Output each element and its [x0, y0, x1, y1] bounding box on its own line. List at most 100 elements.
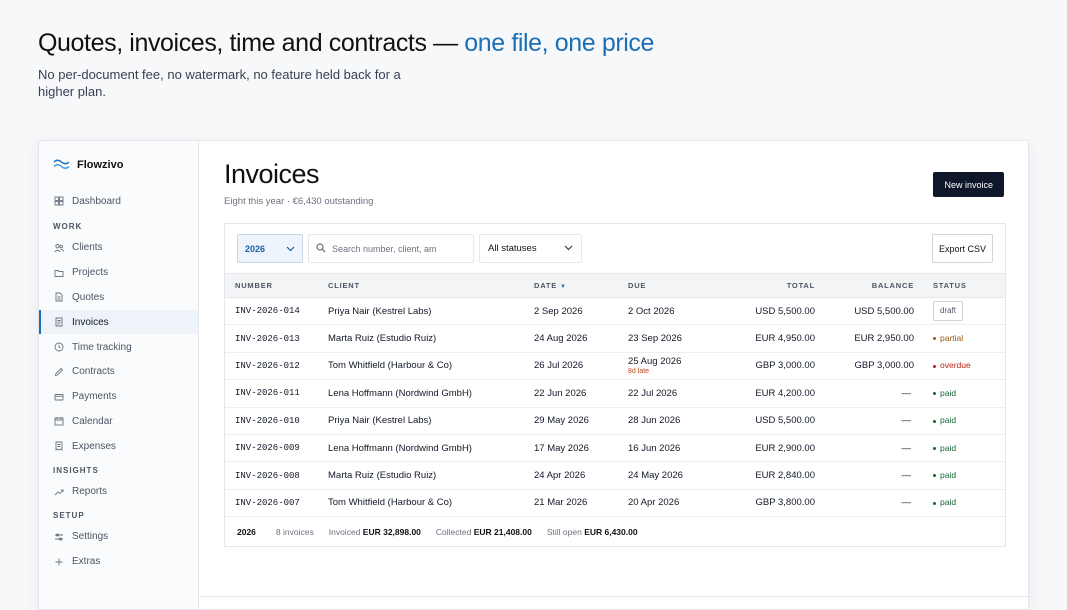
export-csv-button[interactable]: Export CSV: [932, 234, 993, 263]
table-row[interactable]: INV-2026-014 Priya Nair (Kestrel Labs) 2 S…: [225, 297, 1005, 326]
invoices-card: 2026 All statuses Export CSV NUMBER: [224, 223, 1006, 547]
search-input[interactable]: [332, 243, 436, 254]
status-filter-select[interactable]: All statuses: [479, 234, 582, 263]
status-badge: paid: [933, 470, 956, 480]
sidebar-item-quotes[interactable]: Quotes: [39, 285, 198, 309]
col-status-header[interactable]: STATUS: [915, 273, 1005, 298]
sidebar-item-label: Contracts: [72, 366, 115, 378]
receipt-icon: [54, 441, 64, 452]
sidebar-item-settings[interactable]: Settings: [39, 525, 198, 549]
status-badge: partial: [933, 333, 963, 343]
sidebar-item-contracts[interactable]: Contracts: [39, 360, 198, 384]
status-label: paid: [940, 415, 957, 426]
due-date: 23 Sep 2026: [628, 324, 711, 353]
status-cell: paid: [915, 434, 1005, 463]
sidebar-item-time-tracking[interactable]: Time tracking: [39, 335, 198, 359]
status-cell: paid: [915, 461, 1005, 490]
invoice-number[interactable]: INV-2026-012: [225, 352, 328, 381]
invoice-number[interactable]: INV-2026-009: [225, 434, 328, 463]
invoice-number[interactable]: INV-2026-014: [225, 297, 328, 326]
invoice-date: 22 Jun 2026: [534, 379, 628, 408]
invoice-balance: GBP 3,000.00: [815, 352, 915, 381]
client-name: Tom Whitfield (Harbour & Co): [328, 352, 534, 381]
table-row[interactable]: INV-2026-013 Marta Ruiz (Estudio Ruiz) 24 …: [225, 324, 1005, 353]
col-balance-header[interactable]: BALANCE: [815, 273, 915, 298]
footer-open-label: Still open: [546, 526, 582, 537]
sidebar-item-clients[interactable]: Clients: [39, 236, 198, 260]
nav-section-heading: WORK: [53, 221, 83, 231]
divider: [200, 596, 1028, 597]
client-name: Lena Hoffmann (Nordwind GmbH): [328, 434, 534, 463]
app-window: Flowzivo Dashboard WORK Clients Projects Quo…: [38, 140, 1029, 610]
due-date-value: 22 Jul 2026: [628, 387, 678, 399]
table-body: INV-2026-014 Priya Nair (Kestrel Labs) 2 S…: [225, 297, 1005, 518]
due-date: 22 Jul 2026: [628, 379, 711, 408]
sidebar-item-dashboard[interactable]: Dashboard: [39, 189, 198, 213]
table-row[interactable]: INV-2026-012 Tom Whitfield (Harbour & Co)…: [225, 352, 1005, 381]
footer-year: 2026: [237, 526, 256, 537]
sidebar-item-reports[interactable]: Reports: [39, 480, 198, 504]
invoice-icon: [54, 317, 64, 327]
table-row[interactable]: INV-2026-011 Lena Hoffmann (Nordwind GmbH…: [225, 379, 1005, 408]
hero-subtitle: No per-document fee, no watermark, no fe…: [38, 67, 401, 99]
footer-invoiced-value: EUR 32,898.00: [362, 526, 421, 537]
invoice-total: EUR 2,840.00: [711, 461, 815, 490]
invoices-table: NUMBER CLIENT DATE ▼ DUE TOTAL BALANCE S…: [225, 273, 1005, 518]
col-total-header[interactable]: TOTAL: [711, 273, 815, 298]
hero-title-main: Quotes, invoices, time and contracts —: [38, 29, 458, 57]
late-note: 8d late: [628, 368, 650, 376]
table-row[interactable]: INV-2026-008 Marta Ruiz (Estudio Ruiz) 24 …: [225, 461, 1005, 490]
table-row[interactable]: INV-2026-010 Priya Nair (Kestrel Labs) 29 …: [225, 407, 1005, 435]
col-number-header[interactable]: NUMBER: [225, 273, 328, 298]
invoice-number[interactable]: INV-2026-010: [225, 407, 328, 435]
invoice-number[interactable]: INV-2026-008: [225, 461, 328, 490]
sidebar-item-expenses[interactable]: Expenses: [39, 434, 198, 458]
invoice-number[interactable]: INV-2026-007: [225, 489, 328, 518]
table-row[interactable]: INV-2026-009 Lena Hoffmann (Nordwind GmbH…: [225, 434, 1005, 463]
col-due-header[interactable]: DUE: [628, 273, 711, 298]
sidebar-item-label: Settings: [72, 531, 109, 543]
sidebar-item-label: Extras: [72, 556, 101, 568]
invoice-total: EUR 2,900.00: [711, 434, 815, 463]
sidebar-item-label: Time tracking: [72, 341, 132, 353]
status-filter-value: All statuses: [488, 243, 537, 254]
sidebar-item-label: Quotes: [72, 291, 105, 303]
invoice-total: USD 5,500.00: [711, 297, 815, 326]
brand[interactable]: Flowzivo: [53, 156, 123, 174]
table-row[interactable]: INV-2026-007 Tom Whitfield (Harbour & Co)…: [225, 489, 1005, 518]
sidebar-item-projects[interactable]: Projects: [39, 261, 198, 285]
invoice-number[interactable]: INV-2026-011: [225, 379, 328, 408]
invoice-balance: —: [815, 407, 915, 435]
sidebar-item-payments[interactable]: Payments: [39, 385, 198, 409]
status-label: paid: [940, 387, 957, 398]
col-date-header[interactable]: DATE ▼: [534, 273, 628, 298]
new-invoice-button[interactable]: New invoice: [933, 172, 1004, 197]
status-dot-icon: [933, 446, 936, 450]
invoice-balance: —: [815, 379, 915, 408]
invoice-total: USD 5,500.00: [711, 407, 815, 435]
search-box[interactable]: [308, 234, 474, 263]
page-subtitle: Eight this year · €6,430 outstanding: [224, 196, 374, 207]
status-cell: paid: [915, 379, 1005, 408]
client-name: Tom Whitfield (Harbour & Co): [328, 489, 534, 518]
trend-icon: [54, 487, 64, 497]
folder-icon: [54, 268, 64, 278]
footer-collected-label: Collected: [435, 526, 472, 537]
status-dot-icon: [933, 364, 936, 368]
due-date: 20 Apr 2026: [628, 489, 711, 518]
invoice-date: 24 Apr 2026: [534, 461, 628, 490]
sidebar-item-extras[interactable]: Extras: [39, 550, 198, 574]
sidebar-item-calendar[interactable]: Calendar: [39, 409, 198, 433]
invoice-number[interactable]: INV-2026-013: [225, 324, 328, 353]
year-select-value: 2026: [245, 243, 266, 254]
sidebar-item-label: Dashboard: [72, 195, 121, 207]
due-date-value: 28 Jun 2026: [628, 415, 681, 427]
sidebar-item-invoices[interactable]: Invoices: [39, 310, 198, 335]
sidebar-item-label: Projects: [72, 267, 109, 279]
clock-icon: [54, 342, 64, 352]
client-name: Marta Ruiz (Estudio Ruiz): [328, 324, 534, 353]
year-select[interactable]: 2026: [237, 234, 303, 263]
due-date-value: 25 Aug 2026: [628, 356, 682, 368]
status-dot-icon: [933, 501, 936, 505]
col-client-header[interactable]: CLIENT: [328, 273, 534, 298]
